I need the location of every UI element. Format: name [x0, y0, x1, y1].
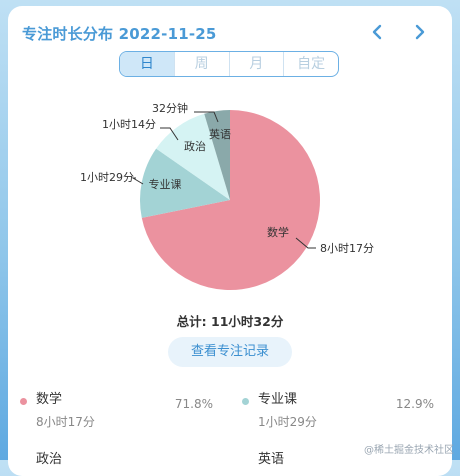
legend-name: 政治 [36, 452, 63, 467]
outer-label-major: 1小时29分 [80, 171, 134, 184]
watermark: @稀土掘金技术社区 [364, 445, 454, 456]
view-records-button[interactable]: 查看专注记录 [168, 337, 292, 367]
total-duration: 总计: 11小时32分 [176, 314, 284, 329]
outer-label-math: 8小时17分 [320, 242, 374, 255]
legend-color-dot [20, 398, 27, 405]
legend-percent: 71.8% [174, 397, 213, 411]
legend-name: 数学 [36, 392, 63, 407]
leader-line [131, 177, 144, 185]
duration-pie-chart: 数学 专业课 政治英语 8小时17分 1小时29分 1小时14分 32分钟 [80, 101, 374, 291]
inner-label-english: 英语 [209, 127, 231, 141]
legend-duration: 1小时29分 [258, 415, 317, 429]
legend-name: 英语 [258, 452, 285, 467]
inner-label-math: 数学 [267, 225, 289, 239]
legend-color-dot [242, 398, 249, 405]
stats-card: 专注时长分布 2022-11-25 日 周 月 自定 数学 专业课 政治 英语 8小时1… [8, 6, 452, 476]
outer-label-english: 32分钟 [152, 101, 188, 115]
inner-label-major: 专业课 [149, 177, 182, 191]
legend-name: 专业课 [258, 392, 298, 407]
legend-percent: 12.9% [395, 397, 434, 411]
outer-label-politics: 1小时14分 [102, 118, 156, 131]
inner-label-politics: 政治 [184, 139, 206, 153]
legend-duration: 8小时17分 [36, 415, 95, 429]
